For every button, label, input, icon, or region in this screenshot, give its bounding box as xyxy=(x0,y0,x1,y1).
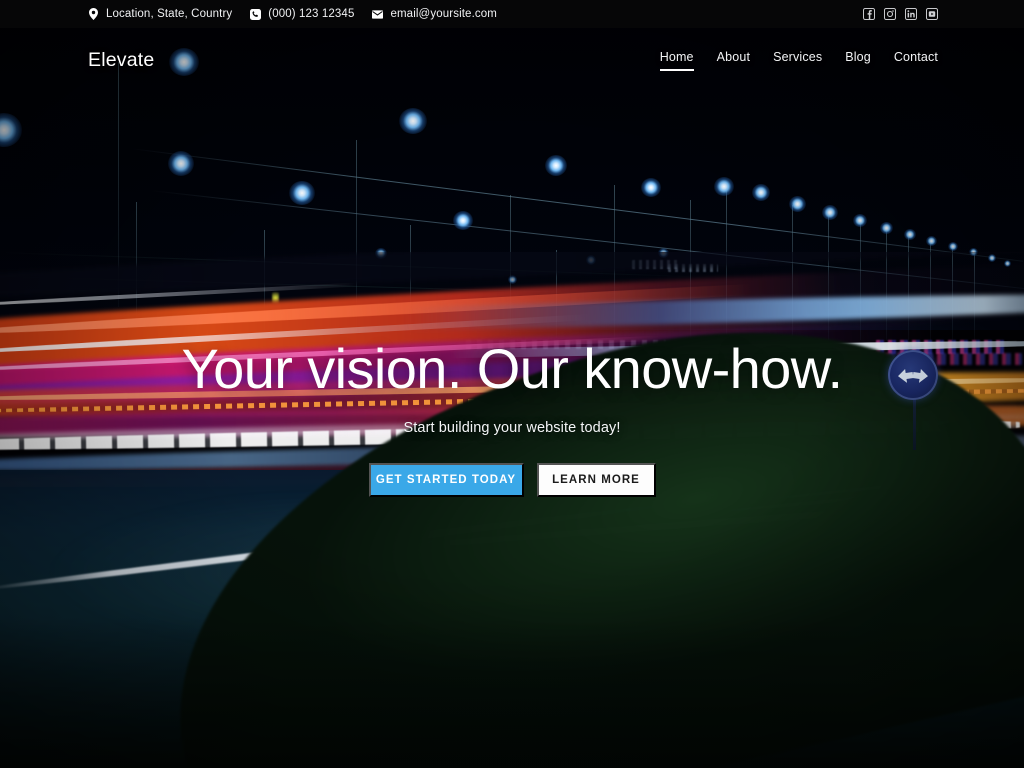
map-pin-icon xyxy=(88,8,99,20)
nav-item-home[interactable]: Home xyxy=(659,50,694,71)
nav-item-services[interactable]: Services xyxy=(773,50,822,71)
nav-item-contact[interactable]: Contact xyxy=(894,50,938,71)
learn-more-button[interactable]: LEARN MORE xyxy=(536,463,656,498)
hero-content: Your vision. Our know-how. Start buildin… xyxy=(0,337,1024,498)
nav-item-about[interactable]: About xyxy=(717,50,750,71)
hero-buttons: GET STARTED TODAY LEARN MORE xyxy=(0,463,1024,498)
contact-phone-text: (000) 123 12345 xyxy=(268,8,355,20)
contact-location[interactable]: Location, State, Country xyxy=(88,8,232,20)
facebook-icon[interactable] xyxy=(863,8,875,20)
linkedin-icon[interactable] xyxy=(905,8,917,20)
envelope-icon xyxy=(372,9,384,20)
instagram-icon[interactable] xyxy=(884,8,896,20)
contact-email[interactable]: email@yoursite.com xyxy=(372,8,497,20)
hero-title: Your vision. Our know-how. xyxy=(181,337,843,400)
hero-subtitle: Start building your website today! xyxy=(403,420,621,437)
main-navigation: Home About Services Blog Contact xyxy=(659,50,938,71)
site-header: Elevate Home About Services Blog Contact xyxy=(0,28,1024,92)
page-root: Location, State, Country (000) 123 12345… xyxy=(0,0,1024,768)
social-links xyxy=(863,0,938,28)
nav-item-blog[interactable]: Blog xyxy=(845,50,871,71)
contact-location-text: Location, State, Country xyxy=(106,8,233,20)
youtube-icon[interactable] xyxy=(926,8,938,20)
hero-section: Your vision. Our know-how. Start buildin… xyxy=(0,0,1024,768)
top-contact-bar: Location, State, Country (000) 123 12345… xyxy=(0,0,1024,28)
get-started-button[interactable]: GET STARTED TODAY xyxy=(368,463,524,498)
phone-icon xyxy=(250,8,262,20)
contact-info-list: Location, State, Country (000) 123 12345… xyxy=(88,8,497,20)
contact-email-text: email@yoursite.com xyxy=(390,8,497,20)
site-logo[interactable]: Elevate xyxy=(88,49,154,72)
contact-phone[interactable]: (000) 123 12345 xyxy=(250,8,354,20)
